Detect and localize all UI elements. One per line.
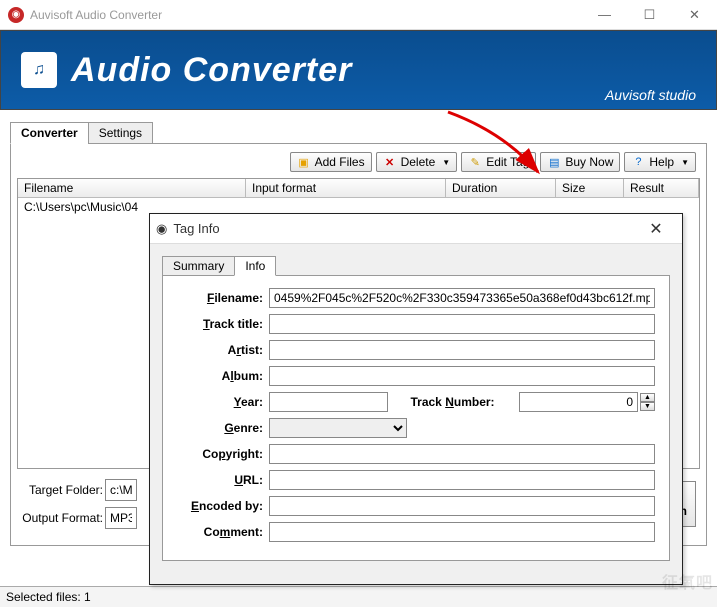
filename-field[interactable] <box>269 288 655 308</box>
genre-select[interactable] <box>269 418 407 438</box>
toolbar: ▣ Add Files ✕ Delete ▼ ✎ Edit Tag ▤ Buy Now ?… <box>17 150 700 178</box>
tab-settings[interactable]: Settings <box>88 122 153 144</box>
app-icon: ◉ <box>8 7 24 23</box>
col-input-format[interactable]: Input format <box>246 179 446 197</box>
status-selected-files: Selected files: 1 <box>6 590 91 604</box>
col-duration[interactable]: Duration <box>446 179 556 197</box>
add-files-label: Add Files <box>315 155 365 169</box>
dialog-tabs: Summary Info <box>162 256 670 276</box>
label-track-number: Track Number: <box>410 395 494 409</box>
buy-now-label: Buy Now <box>565 155 613 169</box>
main-tabs: Converter Settings <box>10 122 707 144</box>
label-encoded-by: Encoded by: <box>177 499 263 513</box>
output-format-input[interactable] <box>105 507 137 529</box>
label-url: URL: <box>177 473 263 487</box>
label-genre: Genre: <box>177 421 263 435</box>
label-track-title: Track title: <box>177 317 263 331</box>
encoded-by-field[interactable] <box>269 496 655 516</box>
track-number-stepper[interactable]: ▲▼ <box>640 393 655 411</box>
banner-title: Audio Converter <box>71 51 352 90</box>
label-album: Album: <box>177 369 263 383</box>
delete-label: Delete <box>401 155 436 169</box>
edit-icon: ✎ <box>468 155 482 169</box>
maximize-button[interactable]: ☐ <box>627 0 672 30</box>
buy-now-button[interactable]: ▤ Buy Now <box>540 152 620 172</box>
dialog-title: Tag Info <box>173 221 219 236</box>
help-icon: ? <box>631 155 645 169</box>
output-format-label: Output Format: <box>21 511 103 525</box>
label-year: Year: <box>177 395 263 409</box>
album-field[interactable] <box>269 366 655 386</box>
label-filename: Filename: <box>177 291 263 305</box>
track-number-field[interactable] <box>519 392 638 412</box>
chevron-down-icon: ▼ <box>442 158 450 167</box>
artist-field[interactable] <box>269 340 655 360</box>
banner-logo-icon: ♫ <box>21 52 57 88</box>
help-label: Help <box>649 155 674 169</box>
edit-tag-button[interactable]: ✎ Edit Tag <box>461 152 536 172</box>
url-field[interactable] <box>269 470 655 490</box>
col-size[interactable]: Size <box>556 179 624 197</box>
tab-summary[interactable]: Summary <box>162 256 235 276</box>
folder-open-icon: ▣ <box>297 155 311 169</box>
comment-field[interactable] <box>269 522 655 542</box>
app-banner: ♫ Audio Converter Auvisoft studio <box>0 30 717 110</box>
add-files-button[interactable]: ▣ Add Files <box>290 152 372 172</box>
tab-info[interactable]: Info <box>234 256 276 276</box>
help-button[interactable]: ? Help ▼ <box>624 152 696 172</box>
year-field[interactable] <box>269 392 388 412</box>
label-copyright: Copyright: <box>177 447 263 461</box>
dialog-titlebar[interactable]: ◉ Tag Info ✕ <box>150 214 682 244</box>
dialog-close-button[interactable]: ✕ <box>636 219 676 239</box>
window-titlebar: ◉ Auvisoft Audio Converter — ☐ ✕ <box>0 0 717 30</box>
target-folder-input[interactable] <box>105 479 137 501</box>
col-filename[interactable]: Filename <box>18 179 246 197</box>
target-folder-label: Target Folder: <box>21 483 103 497</box>
window-title: Auvisoft Audio Converter <box>30 8 162 22</box>
edit-tag-label: Edit Tag <box>486 155 529 169</box>
app-icon: ◉ <box>156 221 167 237</box>
copyright-field[interactable] <box>269 444 655 464</box>
status-bar: Selected files: 1 <box>0 586 717 607</box>
tag-info-dialog: ◉ Tag Info ✕ Summary Info Filename: Trac… <box>149 213 683 585</box>
tag-info-form: Filename: Track title: Artist: Album: Ye… <box>162 275 670 561</box>
cart-icon: ▤ <box>547 155 561 169</box>
close-button[interactable]: ✕ <box>672 0 717 30</box>
delete-button[interactable]: ✕ Delete ▼ <box>376 152 458 172</box>
spin-up-icon[interactable]: ▲ <box>640 393 655 402</box>
banner-subtitle: Auvisoft studio <box>605 87 696 103</box>
tab-converter[interactable]: Converter <box>10 122 89 144</box>
label-artist: Artist: <box>177 343 263 357</box>
track-title-field[interactable] <box>269 314 655 334</box>
col-result[interactable]: Result <box>624 179 699 197</box>
minimize-button[interactable]: — <box>582 0 627 30</box>
spin-down-icon[interactable]: ▼ <box>640 402 655 411</box>
label-comment: Comment: <box>177 525 263 539</box>
chevron-down-icon: ▼ <box>681 158 689 167</box>
file-list-header: Filename Input format Duration Size Resu… <box>18 179 699 198</box>
watermark: 征氧吧 <box>662 569 713 593</box>
delete-icon: ✕ <box>383 155 397 169</box>
